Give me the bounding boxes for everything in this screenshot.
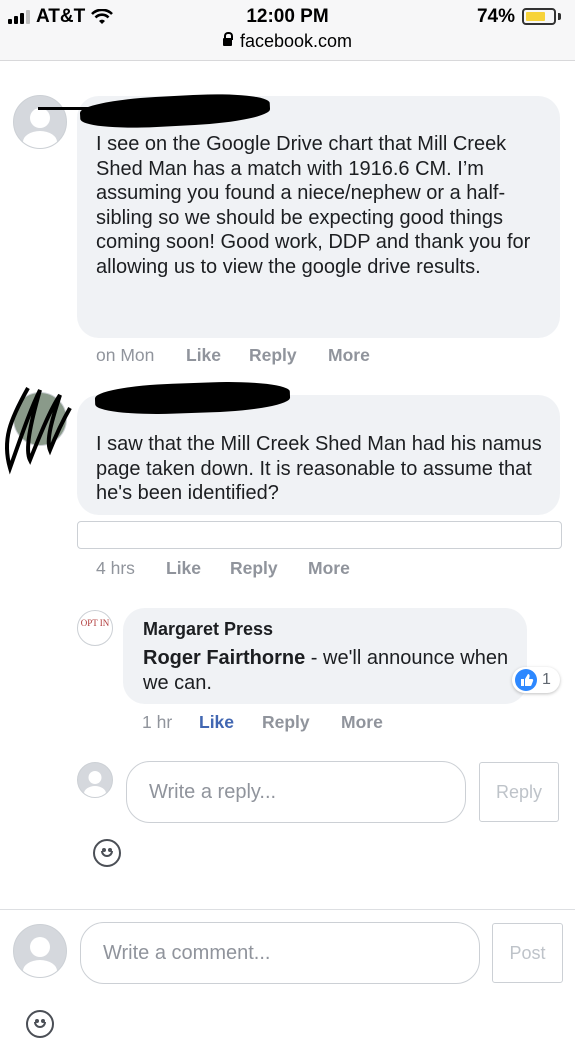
- reply-time[interactable]: 1 hr: [142, 712, 199, 733]
- reaction-count: 1: [542, 671, 551, 688]
- comment-input-placeholder: Write a comment...: [103, 941, 271, 964]
- more-link[interactable]: More: [341, 712, 383, 733]
- avatar: [77, 762, 113, 798]
- post-button[interactable]: Post: [492, 923, 563, 983]
- address-bar[interactable]: facebook.com: [0, 31, 575, 52]
- reply-actions: 1 hr Like Reply More: [142, 712, 383, 733]
- comment-time[interactable]: 4 hrs: [96, 558, 166, 579]
- reaction-pill[interactable]: 1: [512, 667, 560, 693]
- reply-author[interactable]: Margaret Press: [143, 619, 273, 640]
- reply-button[interactable]: Reply: [479, 762, 559, 822]
- comment-input[interactable]: Write a comment...: [80, 922, 480, 984]
- lock-icon: [222, 32, 233, 46]
- comment-text: I see on the Google Drive chart that Mil…: [96, 133, 531, 278]
- like-link[interactable]: Like: [166, 558, 230, 579]
- reply-link[interactable]: Reply: [230, 558, 308, 579]
- mention-link[interactable]: Roger Fairthorne: [143, 647, 305, 669]
- more-link[interactable]: More: [328, 345, 370, 366]
- emoji-icon[interactable]: [93, 839, 121, 867]
- url-text: facebook.com: [239, 31, 353, 51]
- battery-percent: 74%: [476, 6, 515, 27]
- reply-input[interactable]: Write a reply...: [126, 761, 466, 823]
- comment-time[interactable]: on Mon: [96, 345, 186, 366]
- battery-icon: [522, 8, 556, 25]
- reply-link[interactable]: Reply: [249, 345, 328, 366]
- like-link[interactable]: Like: [199, 712, 262, 733]
- avatar-logo-text: OPT IN: [80, 618, 110, 628]
- reply-input-placeholder: Write a reply...: [149, 780, 277, 803]
- avatar[interactable]: OPT IN: [77, 610, 113, 646]
- thumbs-up-icon: [515, 669, 537, 691]
- comment-actions: 4 hrs Like Reply More: [96, 558, 350, 579]
- like-link[interactable]: Like: [186, 345, 249, 366]
- avatar: [13, 924, 67, 978]
- attachment-box: [77, 521, 562, 549]
- reply-link[interactable]: Reply: [262, 712, 341, 733]
- reply-text: Roger Fairthorne - we'll announce when w…: [143, 646, 513, 695]
- battery-tip: [558, 13, 561, 20]
- redacted-name-stroke: [38, 107, 98, 110]
- more-link[interactable]: More: [308, 558, 350, 579]
- avatar[interactable]: [13, 95, 67, 149]
- redacted-avatar-scribble: [4, 387, 72, 475]
- comment-text: I saw that the Mill Creek Shed Man had h…: [96, 433, 542, 504]
- emoji-icon[interactable]: [26, 1010, 54, 1038]
- comment-actions: on Mon Like Reply More: [96, 345, 370, 366]
- divider: [0, 909, 575, 910]
